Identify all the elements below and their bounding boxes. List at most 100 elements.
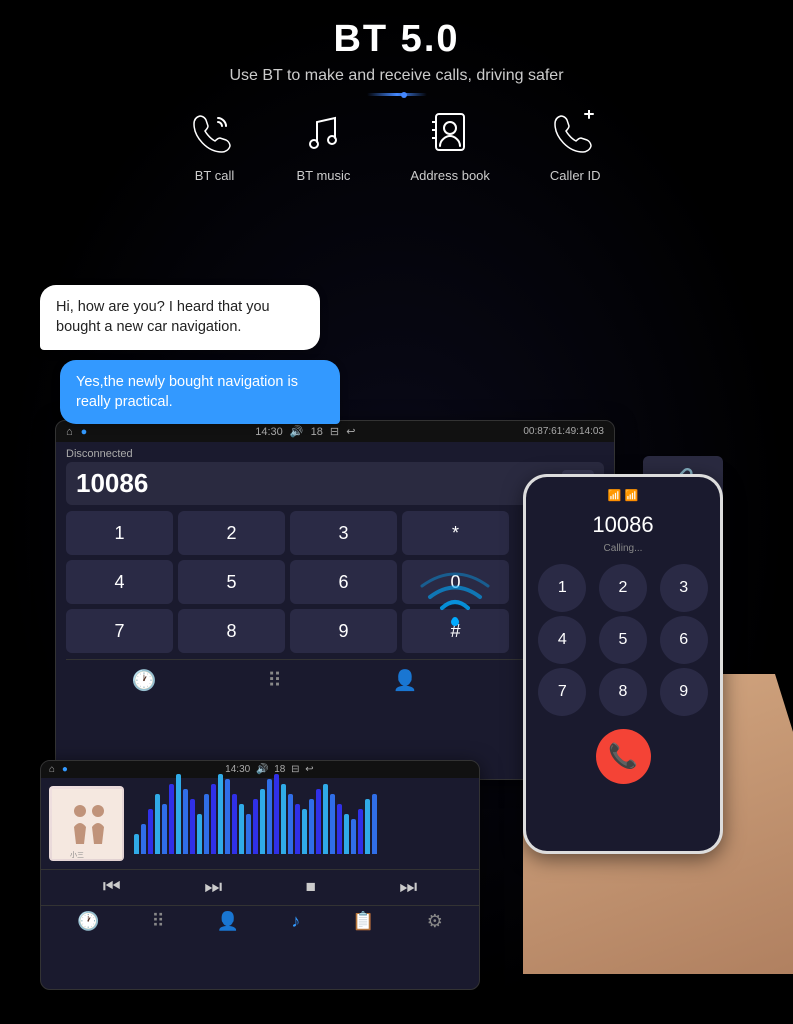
viz-bar-29 [337, 804, 342, 854]
statusbar-mac: 00:87:61:49:14:03 [523, 426, 604, 437]
caller-id-label: Caller ID [550, 168, 601, 183]
viz-bar-26 [316, 789, 321, 854]
wifi-icon [420, 570, 490, 645]
sp-keypad: 1 2 3 4 5 6 7 8 9 [534, 564, 712, 716]
music-contact-icon[interactable]: 👤 [217, 911, 239, 932]
sp-statusbar: 📶 📶 [534, 489, 712, 502]
viz-bar-1 [141, 824, 146, 854]
key-7[interactable]: 7 [66, 609, 173, 653]
home-icon: ⌂ [66, 426, 73, 438]
viz-bar-23 [295, 804, 300, 854]
statusbar-left: ⌂ ● [66, 426, 87, 438]
album-art-inner: 小三 [49, 786, 124, 861]
wifi-overlay [420, 570, 490, 645]
features-row: BT call BT music [0, 110, 793, 183]
caller-id-icon [553, 110, 597, 160]
viz-bar-17 [253, 799, 258, 854]
phone-in-hand: 📶 📶 10086 Calling... 1 2 3 4 5 6 7 8 9 [493, 454, 793, 974]
sp-number: 10086 [534, 512, 712, 538]
viz-bar-19 [267, 779, 272, 854]
next-button[interactable]: ⏭ [399, 876, 417, 899]
smartphone: 📶 📶 10086 Calling... 1 2 3 4 5 6 7 8 9 [523, 474, 723, 854]
key-4[interactable]: 4 [66, 560, 173, 604]
skip-forward-button[interactable]: ⏭ [204, 876, 222, 899]
music-screen: ⌂ ● 14:30 🔊 18 ⊟ ↩ [40, 760, 480, 990]
statusbar-time: 14:30 🔊 18 ⊟ ↩ [255, 425, 355, 438]
sp-key-1: 1 [538, 564, 586, 612]
viz-bar-12 [218, 774, 223, 854]
music-statusbar: ⌂ ● 14:30 🔊 18 ⊟ ↩ [41, 761, 479, 778]
address-book-feature: Address book [410, 110, 490, 183]
music-clock-icon[interactable]: 🕐 [77, 911, 99, 932]
viz-bar-34 [372, 794, 377, 854]
viz-bar-18 [260, 789, 265, 854]
viz-bar-6 [176, 774, 181, 854]
viz-bar-22 [288, 794, 293, 854]
music-status-left: ⌂ ● [49, 764, 68, 775]
viz-bar-2 [148, 809, 153, 854]
bt-call-icon [192, 110, 236, 160]
dialer-number: 10086 [76, 468, 562, 499]
key-1[interactable]: 1 [66, 511, 173, 555]
viz-bar-11 [211, 784, 216, 854]
received-bubble: Hi, how are you? I heard that you bought… [40, 285, 320, 350]
viz-bar-32 [358, 809, 363, 854]
key-9[interactable]: 9 [290, 609, 397, 653]
sp-subtitle: Calling... [534, 543, 712, 554]
music-active-icon[interactable]: ♪ [291, 911, 300, 932]
viz-bar-4 [162, 804, 167, 854]
bt-call-feature: BT call [192, 110, 236, 183]
viz-bar-30 [344, 814, 349, 854]
key-8[interactable]: 8 [178, 609, 285, 653]
viz-bar-33 [365, 799, 370, 854]
clock-icon[interactable]: 🕐 [131, 668, 156, 693]
music-visualizer [134, 794, 471, 854]
music-controls: ⏮ ⏭ ⏹ ⏭ [41, 869, 479, 905]
music-body: 小三 [41, 778, 479, 869]
grid-icon[interactable]: ⠿ [267, 668, 282, 693]
viz-bar-10 [204, 794, 209, 854]
page-title: BT 5.0 [0, 18, 793, 61]
viz-bar-16 [246, 814, 251, 854]
sp-key-3: 3 [660, 564, 708, 612]
viz-bar-5 [169, 784, 174, 854]
bt-call-label: BT call [195, 168, 235, 183]
viz-bar-31 [351, 819, 356, 854]
key-6[interactable]: 6 [290, 560, 397, 604]
address-book-label: Address book [410, 168, 490, 183]
music-settings-icon[interactable]: ⚙ [427, 911, 443, 932]
viz-bar-28 [330, 794, 335, 854]
viz-bar-25 [309, 799, 314, 854]
stop-button[interactable]: ⏹ [306, 876, 316, 899]
viz-bar-24 [302, 809, 307, 854]
bt-music-label: BT music [296, 168, 350, 183]
music-status-center: 14:30 🔊 18 ⊟ ↩ [225, 764, 314, 775]
viz-bar-0 [134, 834, 139, 854]
smartphone-screen: 📶 📶 10086 Calling... 1 2 3 4 5 6 7 8 9 [526, 477, 720, 851]
key-5[interactable]: 5 [178, 560, 285, 604]
bt-music-icon [301, 110, 345, 160]
sp-key-7: 7 [538, 668, 586, 716]
music-grid-icon[interactable]: ⠿ [152, 911, 165, 932]
prev-button[interactable]: ⏮ [103, 876, 121, 899]
viz-bar-7 [183, 789, 188, 854]
viz-bar-9 [197, 814, 202, 854]
sp-key-4: 4 [538, 616, 586, 664]
status-dot: ● [81, 426, 88, 438]
viz-bar-8 [190, 799, 195, 854]
album-art: 小三 [49, 786, 124, 861]
chat-area: Hi, how are you? I heard that you bought… [40, 285, 340, 424]
viz-bar-3 [155, 794, 160, 854]
contact-icon[interactable]: 👤 [393, 668, 418, 693]
bt-music-feature: BT music [296, 110, 350, 183]
viz-bar-15 [239, 804, 244, 854]
music-book-icon[interactable]: 📋 [352, 911, 374, 932]
viz-bar-13 [225, 779, 230, 854]
key-3[interactable]: 3 [290, 511, 397, 555]
caller-id-feature: Caller ID [550, 110, 601, 183]
sp-key-6: 6 [660, 616, 708, 664]
key-2[interactable]: 2 [178, 511, 285, 555]
sp-key-2: 2 [599, 564, 647, 612]
dot-separator [0, 93, 793, 96]
viz-bar-21 [281, 784, 286, 854]
